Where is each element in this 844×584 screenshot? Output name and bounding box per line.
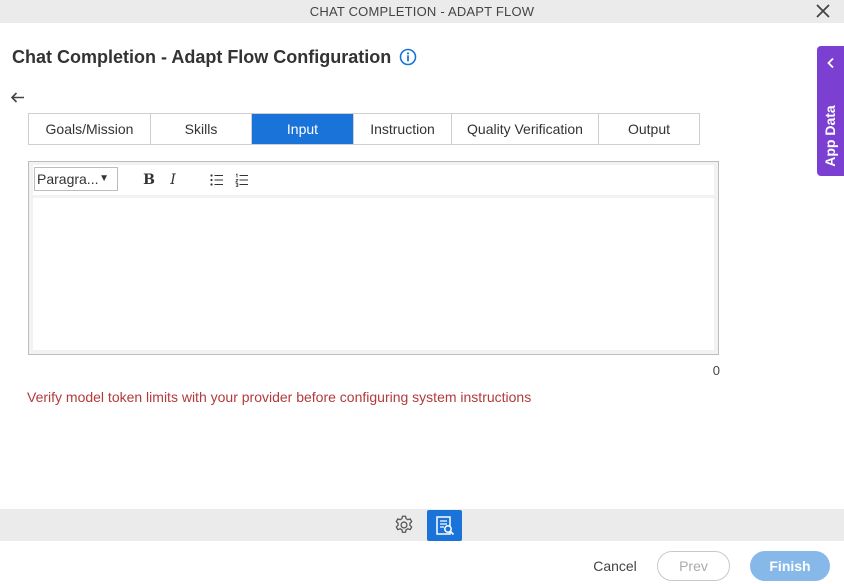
tab-quality-verification[interactable]: Quality Verification: [452, 114, 599, 144]
rich-text-editor: Paragra... ▼ B I: [28, 161, 719, 355]
tab-skills[interactable]: Skills: [151, 114, 252, 144]
paragraph-format-select[interactable]: Paragra... ▼: [34, 167, 118, 191]
tab-instruction[interactable]: Instruction: [354, 114, 452, 144]
editor-toolbar: Paragra... ▼ B I: [33, 165, 714, 195]
arrow-left-icon[interactable]: [9, 89, 26, 106]
dropdown-caret-icon: ▼: [99, 173, 109, 184]
paragraph-format-value: Paragra...: [37, 171, 99, 187]
tab-output[interactable]: Output: [599, 114, 699, 144]
page-title: Chat Completion - Adapt Flow Configurati…: [12, 46, 392, 67]
window-title: CHAT COMPLETION - ADAPT FLOW: [309, 4, 535, 19]
numbered-list-icon: [235, 173, 248, 187]
chevron-left-icon: [827, 57, 834, 69]
cancel-button[interactable]: Cancel: [586, 551, 644, 581]
tab-input[interactable]: Input: [252, 114, 354, 144]
prev-button[interactable]: Prev: [657, 551, 730, 581]
window-titlebar: CHAT COMPLETION - ADAPT FLOW: [0, 0, 844, 23]
tab-bar: Goals/Mission Skills Input Instruction Q…: [28, 113, 700, 145]
tab-goals-mission[interactable]: Goals/Mission: [29, 114, 151, 144]
app-data-label: App Data: [822, 105, 838, 167]
bold-button[interactable]: B: [139, 169, 159, 191]
footer-toolbar: [0, 509, 844, 541]
token-limit-warning: Verify model token limits with your prov…: [27, 389, 532, 405]
app-data-panel-toggle[interactable]: App Data: [817, 46, 844, 176]
character-count: 0: [712, 363, 720, 378]
bulleted-list-button[interactable]: [207, 169, 227, 191]
page-heading: Chat Completion - Adapt Flow Configurati…: [12, 44, 417, 70]
bulleted-list-icon: [210, 174, 223, 186]
document-search-button[interactable]: [427, 510, 462, 541]
finish-button[interactable]: Finish: [750, 551, 830, 581]
editor-content-area[interactable]: [33, 198, 714, 350]
italic-button[interactable]: I: [163, 169, 183, 191]
info-icon[interactable]: [399, 48, 417, 66]
document-search-icon: [435, 515, 454, 535]
numbered-list-button[interactable]: [232, 169, 252, 191]
gear-icon[interactable]: [393, 514, 415, 536]
close-icon[interactable]: [814, 2, 832, 20]
